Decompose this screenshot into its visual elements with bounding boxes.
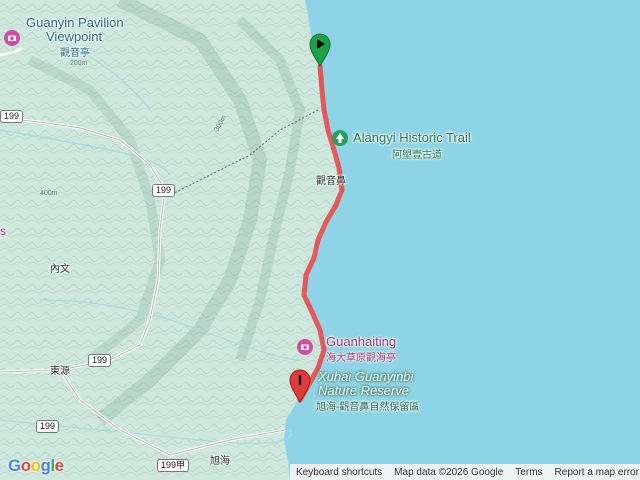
map-data-attribution: Map data ©2026 Google [394, 466, 504, 478]
poi-title-line: Guanyin Pavilion [26, 15, 124, 30]
report-map-error-link[interactable]: Report a map error [549, 467, 640, 478]
place-edge-s: s [0, 224, 6, 238]
poi-title-line: Nature Reserve [318, 383, 410, 398]
contour-label: 400m [40, 190, 58, 197]
keyboard-shortcuts-link[interactable]: Keyboard shortcuts [290, 467, 388, 478]
poi-alangyi-subtitle: 阿塱壹古道 [392, 150, 442, 161]
road-shield-199: 199 [36, 420, 60, 433]
place-xuhai: 旭海 [210, 456, 230, 467]
poi-title-line: Xuhai Guanyinbi [318, 369, 414, 384]
place-neiwen: 內文 [50, 264, 70, 275]
poi-guanhaiting-title[interactable]: Guanhaiting [326, 335, 396, 349]
poi-xuhai-guanyinbi-subtitle: 旭海-觀音鼻自然保留區 [316, 402, 420, 413]
terms-link[interactable]: Terms [509, 467, 548, 478]
place-dongyuan: 東源 [50, 366, 70, 377]
park-icon[interactable] [332, 130, 348, 146]
road-shield-199: 199 [88, 354, 112, 367]
poi-guanyin-pavilion-subtitle: 觀音亭 [60, 48, 90, 59]
google-logo: Google [8, 456, 64, 475]
poi-guanhaiting-subtitle: 海大草原觀海亭 [326, 353, 396, 364]
map-footer: Keyboard shortcuts Map data ©2026 Google… [290, 464, 640, 480]
road-shield-199: 199 [0, 110, 24, 123]
viewpoint-icon[interactable] [297, 339, 313, 355]
poi-xuhai-guanyinbi-title[interactable]: Xuhai Guanyinbi Nature Reserve [318, 370, 413, 398]
poi-title-line: Viewpoint [46, 29, 103, 44]
poi-guanyin-pavilion-title[interactable]: Guanyin Pavilion Viewpoint [26, 16, 124, 44]
road-shield-199jia: 199甲 [157, 459, 190, 472]
road-shield-199: 199 [152, 184, 176, 197]
place-guanyinbi: 觀音鼻 [316, 176, 346, 187]
contour-label: 200m [70, 60, 88, 67]
poi-alangyi-title[interactable]: Alangyi Historic Trail [353, 131, 471, 145]
viewpoint-icon[interactable] [4, 30, 20, 46]
